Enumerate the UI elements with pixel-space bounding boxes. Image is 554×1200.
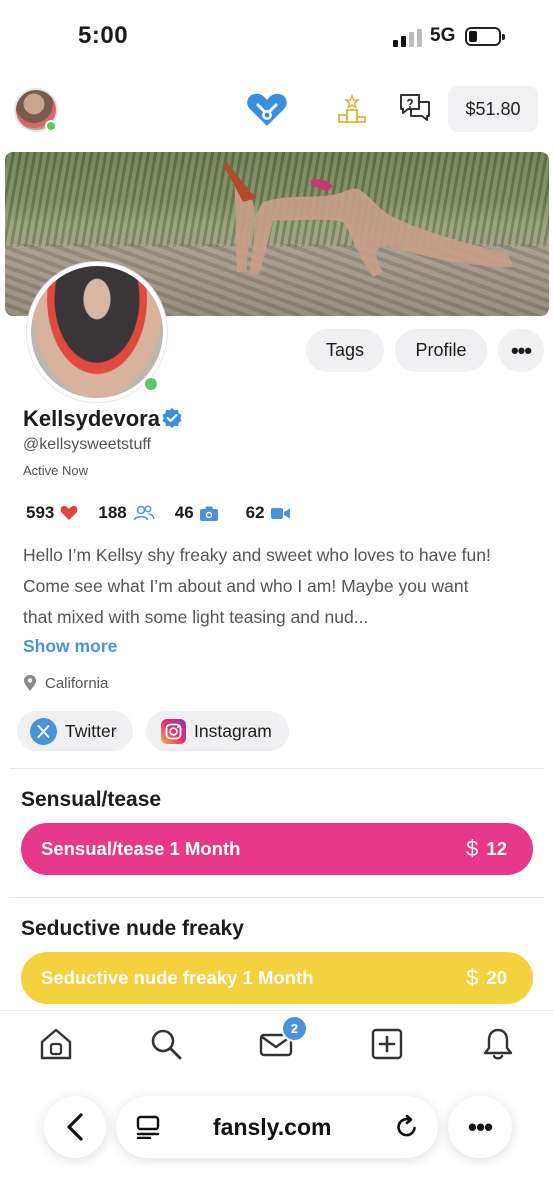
bio-line: Come see what I’m about and who I am! Ma…	[23, 576, 469, 596]
users-icon	[133, 505, 155, 521]
profile-bio: Hello I’m Kellsy shy freaky and sweet wh…	[23, 540, 538, 633]
more-options-button[interactable]: •••	[498, 329, 544, 372]
photos-count: 46	[174, 503, 194, 522]
search-icon[interactable]	[149, 1027, 183, 1061]
bio-line: Hello I’m Kellsy shy freaky and sweet wh…	[23, 545, 491, 565]
profile-button[interactable]: Profile	[395, 329, 487, 372]
network-label: 5G	[430, 25, 456, 46]
back-button[interactable]	[44, 1096, 106, 1158]
verified-icon	[162, 408, 182, 428]
tier-button-label: Sensual/tease 1 Month	[41, 838, 241, 859]
subscribers-stat: 188	[98, 503, 155, 523]
bottom-nav	[0, 1010, 554, 1080]
balance-button[interactable]: $51.80	[448, 86, 538, 132]
bio-line: that mixed with some light teasing and n…	[23, 607, 369, 627]
reload-icon[interactable]	[394, 1114, 420, 1140]
reader-mode-icon[interactable]	[136, 1115, 160, 1139]
location-text: California	[45, 674, 109, 692]
create-post-icon[interactable]	[370, 1027, 404, 1061]
browser-menu-button[interactable]: •••	[448, 1096, 512, 1158]
username-handle: @kellsysweetstuff	[23, 436, 151, 453]
status-bar: 5:00 5G	[0, 0, 554, 74]
divider	[10, 768, 544, 769]
show-more-link[interactable]: Show more	[23, 636, 117, 657]
likes-count: 593	[26, 503, 55, 522]
location: California	[23, 674, 108, 692]
videos-stat: 62	[246, 503, 290, 523]
home-icon[interactable]	[39, 1027, 73, 1061]
likes-stat: 593	[26, 503, 78, 523]
twitter-label: Twitter	[65, 720, 117, 741]
divider	[10, 897, 544, 898]
subscribe-tier-button[interactable]: Seductive nude freaky 1 Month $20	[21, 952, 533, 1004]
tags-button[interactable]: Tags	[306, 329, 384, 372]
online-indicator	[45, 120, 57, 132]
x-twitter-icon	[30, 717, 57, 745]
location-pin-icon	[24, 675, 36, 691]
photos-stat: 46	[175, 503, 218, 523]
tier-title: Sensual/tease	[21, 788, 162, 811]
chat-icon[interactable]	[398, 92, 432, 126]
heart-icon	[60, 505, 78, 520]
ranking-icon[interactable]	[337, 94, 367, 124]
twitter-link[interactable]: Twitter	[17, 711, 133, 751]
instagram-link[interactable]: Instagram	[146, 711, 289, 751]
tier-title: Seductive nude freaky	[21, 917, 244, 940]
camera-icon	[199, 506, 218, 521]
signal-icon	[393, 29, 422, 47]
active-status: Active Now	[23, 463, 89, 478]
status-time: 5:00	[78, 22, 129, 49]
battery-icon	[465, 27, 505, 46]
profile-stats: 593 188 46 62	[26, 502, 306, 524]
instagram-icon	[161, 718, 186, 744]
instagram-label: Instagram	[194, 720, 272, 741]
url-text: fansly.com	[213, 1114, 332, 1140]
messages-badge: 2	[281, 1015, 308, 1042]
notifications-bell-icon[interactable]	[481, 1027, 515, 1061]
address-bar[interactable]: fansly.com	[116, 1096, 438, 1158]
subscribe-tier-button[interactable]: Sensual/tease 1 Month $12	[21, 823, 533, 875]
tier-button-label: Seductive nude freaky 1 Month	[41, 967, 314, 988]
videos-count: 62	[245, 503, 265, 522]
online-indicator	[143, 376, 159, 392]
video-icon	[270, 507, 290, 519]
tier-price: $20	[466, 965, 507, 990]
browser-bar: fansly.com •••	[0, 1080, 554, 1200]
chevron-left-icon	[67, 1113, 83, 1141]
top-header: $51.80	[0, 80, 554, 142]
display-name: Kellsydevora	[23, 406, 160, 431]
subscribers-count: 188	[98, 503, 127, 522]
fansly-logo-icon[interactable]	[246, 92, 288, 128]
tier-price: $12	[466, 836, 507, 861]
